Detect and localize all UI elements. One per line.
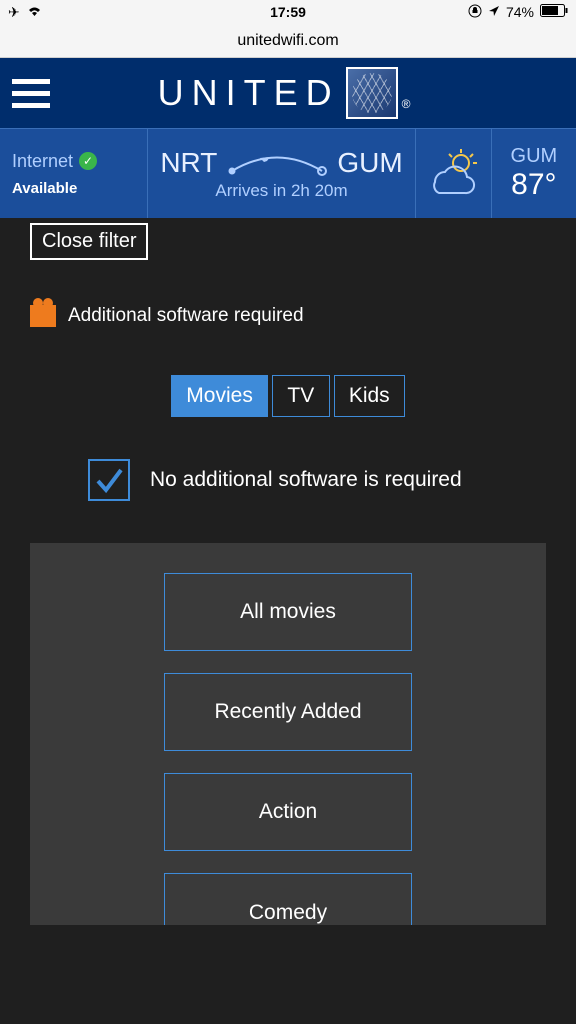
brand-header: UNITED ® (0, 58, 576, 128)
status-left: ✈ (8, 4, 43, 21)
browser-url-bar[interactable]: unitedwifi.com (0, 24, 576, 58)
tab-tv[interactable]: TV (272, 375, 330, 417)
status-right: 74% (468, 4, 568, 21)
arrival-time: Arrives in 2h 20m (215, 181, 347, 201)
flight-info-bar: Internet ✓ Available NRT GUM Arrives in … (0, 128, 576, 218)
registered-icon: ® (402, 97, 419, 111)
close-filter-button[interactable]: Close filter (30, 223, 148, 260)
status-time: 17:59 (270, 4, 306, 20)
no-software-row: No additional software is required (88, 459, 576, 501)
flight-arc-icon (227, 150, 327, 176)
battery-percent: 74% (506, 4, 534, 20)
origin-code: NRT (160, 147, 217, 179)
ios-status-bar: ✈ 17:59 74% (0, 0, 576, 24)
weather-cell[interactable] (416, 129, 492, 218)
dest-code: GUM (337, 147, 402, 179)
internet-available: Available (12, 180, 135, 197)
genre-recently-added[interactable]: Recently Added (164, 673, 412, 751)
puzzle-icon (30, 305, 56, 327)
software-required-row: Additional software required (30, 305, 576, 327)
orientation-lock-icon (468, 4, 482, 21)
software-required-text: Additional software required (68, 305, 304, 327)
genre-list: All movies Recently Added Action Comedy (30, 543, 546, 925)
no-software-checkbox[interactable] (88, 459, 130, 501)
tab-kids[interactable]: Kids (334, 375, 405, 417)
internet-status-cell[interactable]: Internet ✓ Available (0, 129, 148, 218)
genre-comedy[interactable]: Comedy (164, 873, 412, 925)
checkmark-icon (93, 464, 125, 496)
main-content: Close filter Additional software require… (0, 218, 576, 925)
url-text: unitedwifi.com (237, 32, 338, 50)
airplane-mode-icon: ✈ (8, 4, 20, 21)
check-circle-icon: ✓ (79, 152, 97, 170)
menu-icon[interactable] (12, 79, 50, 108)
wifi-icon (26, 4, 43, 20)
globe-icon (346, 67, 398, 119)
battery-icon (540, 4, 568, 20)
temperature-cell[interactable]: GUM 87° (492, 129, 576, 218)
internet-label: Internet (12, 151, 73, 172)
no-software-label: No additional software is required (150, 468, 462, 492)
tab-movies[interactable]: Movies (171, 375, 268, 417)
brand-logo: UNITED ® (158, 67, 419, 119)
brand-name: UNITED (158, 72, 340, 114)
genre-action[interactable]: Action (164, 773, 412, 851)
temp-value: 87° (511, 168, 556, 202)
flight-route-cell[interactable]: NRT GUM Arrives in 2h 20m (148, 129, 415, 218)
weather-icon (425, 146, 481, 201)
location-icon (488, 4, 500, 20)
category-tabs: Movies TV Kids (0, 375, 576, 417)
temp-location: GUM (511, 145, 558, 168)
genre-all-movies[interactable]: All movies (164, 573, 412, 651)
